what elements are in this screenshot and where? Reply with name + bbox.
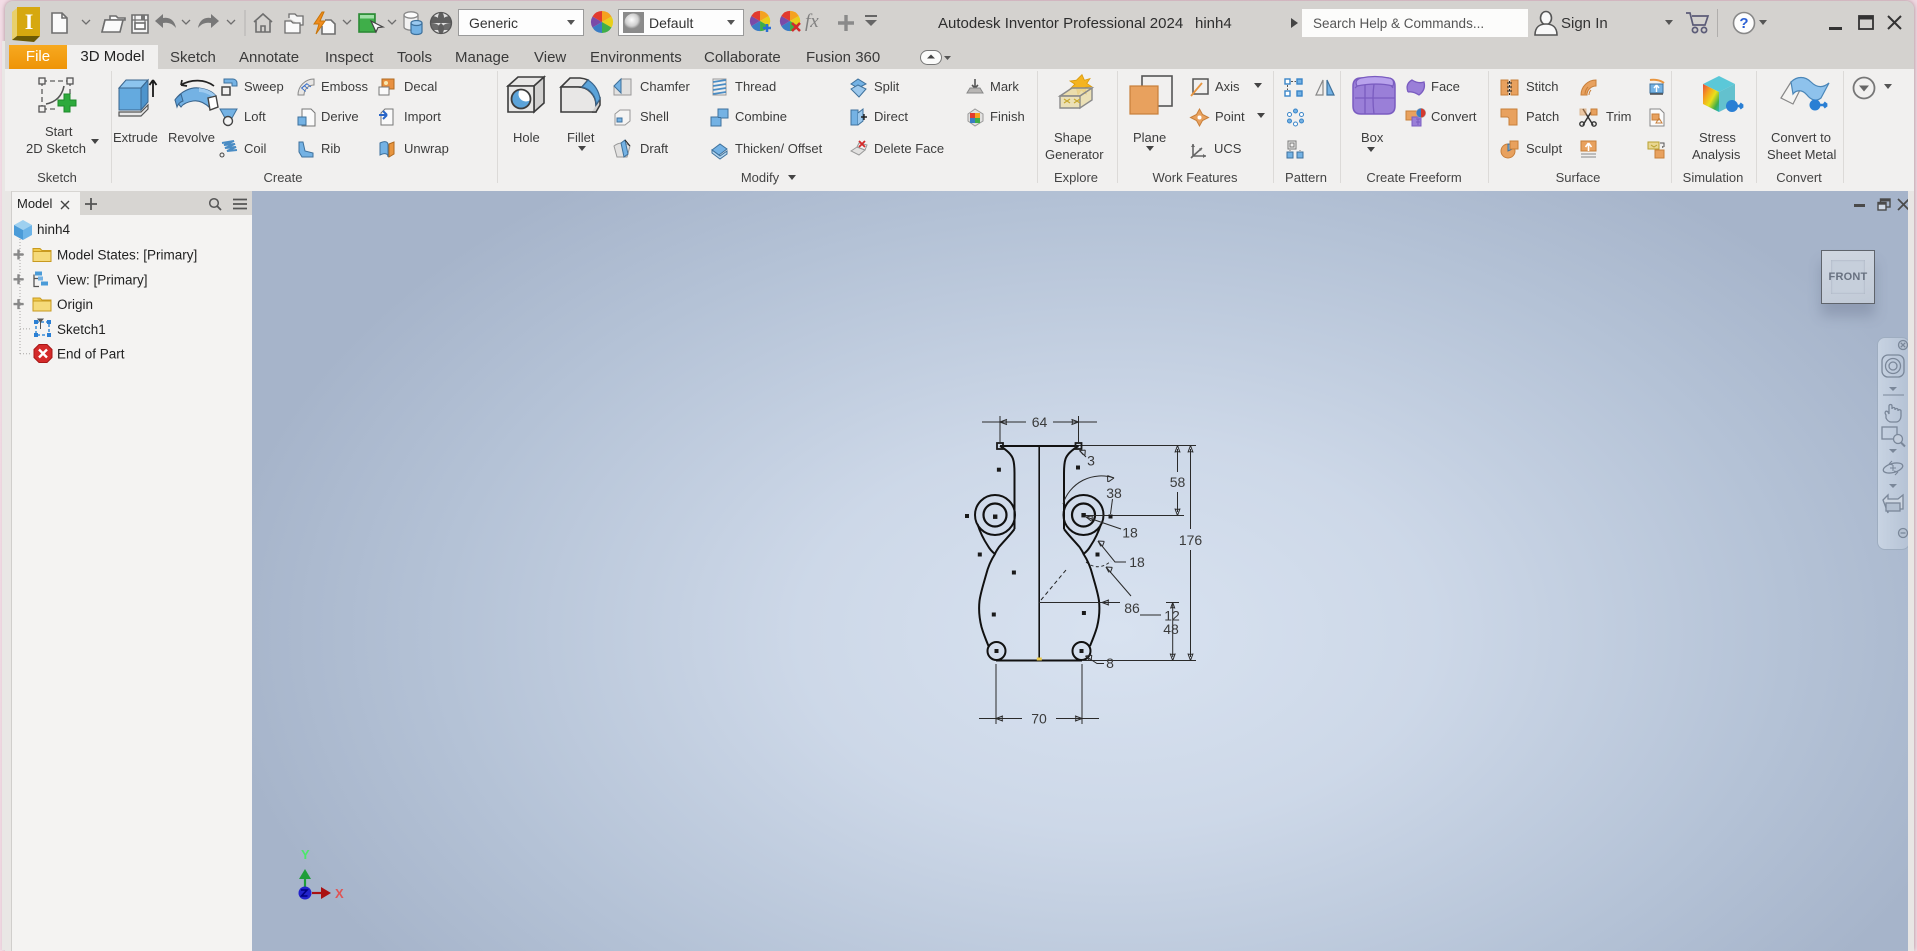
svg-text:?: ? — [1739, 15, 1748, 32]
svg-text:176: 176 — [1179, 532, 1203, 548]
svg-text:18: 18 — [1129, 554, 1145, 570]
svg-text:Model States: [Primary]: Model States: [Primary] — [57, 248, 197, 263]
svg-text:38: 38 — [1106, 485, 1122, 501]
svg-text:48: 48 — [1163, 621, 1179, 637]
svg-text:8: 8 — [1106, 655, 1114, 671]
svg-text:hinh4: hinh4 — [37, 222, 71, 237]
svg-text:I: I — [25, 9, 34, 34]
svg-text:Origin: Origin — [57, 297, 93, 312]
svg-text:X: X — [335, 886, 344, 901]
svg-text:3: 3 — [1087, 453, 1095, 469]
svg-text:Y: Y — [301, 847, 310, 862]
svg-text:View: [Primary]: View: [Primary] — [57, 272, 148, 287]
svg-text:58: 58 — [1170, 474, 1186, 490]
svg-text:18: 18 — [1122, 525, 1138, 541]
svg-text:70: 70 — [1031, 711, 1047, 727]
svg-text:86: 86 — [1124, 600, 1140, 616]
svg-text:64: 64 — [1032, 414, 1048, 430]
svg-text:End of Part: End of Part — [57, 347, 125, 362]
svg-text:Sketch1: Sketch1 — [57, 322, 106, 337]
